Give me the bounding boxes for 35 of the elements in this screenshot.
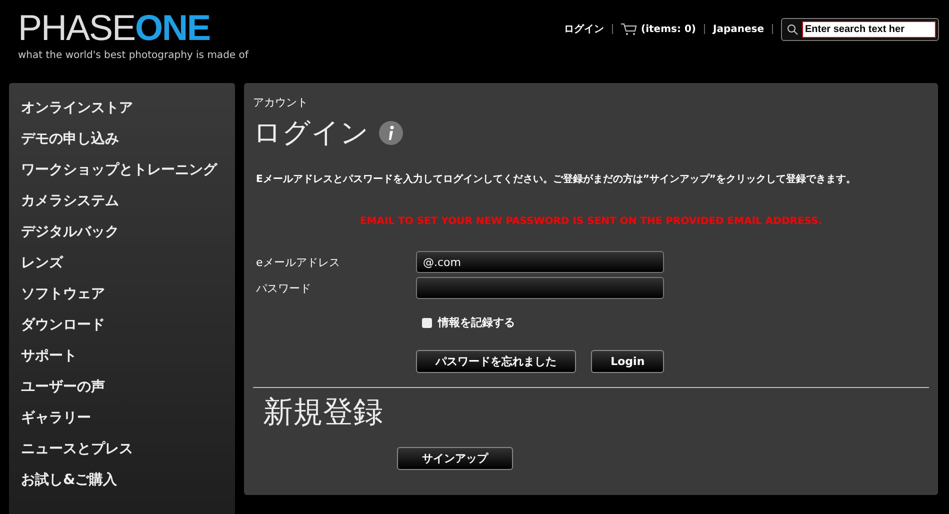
sidebar-item[interactable]: デモの申し込み [21,130,223,149]
search-icon [787,24,798,34]
sidebar-item[interactable]: ギャラリー [21,409,223,428]
remember-checkbox[interactable]: 情報を記録する [422,315,664,330]
sidebar-item[interactable]: カメラシステム [21,192,223,211]
info-icon [379,121,403,145]
login-link[interactable]: ログイン [564,22,604,36]
logo-tagline: what the world's best photography is made of [18,50,248,61]
sidebar-item[interactable]: ソフトウェア [21,285,223,304]
language-link[interactable]: Japanese [712,24,764,34]
field-label: パスワード [256,280,312,296]
sidebar-item[interactable]: お試し&ご購入 [21,471,223,490]
field-label: eメールアドレス [256,254,341,270]
form-button[interactable]: パスワードを忘れました [416,350,576,373]
cart-link[interactable]: (items: 0) [621,22,696,36]
input-field[interactable] [416,277,664,299]
sidebar-item[interactable]: オンラインストア [21,99,223,118]
notice-text: EMAIL TO SET YOUR NEW PASSWORD IS SENT ON THE PROVIDED EMAIL ADDRESS. [358,216,824,227]
sidebar-item[interactable]: ワークショップとトレーニング [21,161,223,180]
signup-button[interactable]: サインアップ [397,447,513,470]
breadcrumb: アカウント [253,95,309,110]
sidebar-item[interactable]: サポート [21,347,223,366]
sidebar-item[interactable]: ニュースとプレス [21,440,223,459]
logo: PHASEONE [18,10,212,46]
search-field[interactable]: Enter search text her [781,18,939,40]
sidebar-item[interactable]: レンズ [21,254,223,273]
sidebar-item[interactable]: ダウンロード [21,316,223,335]
form-button[interactable]: Login [591,350,664,373]
signup-title: 新規登録 [263,394,384,432]
sidebar-item[interactable]: ユーザーの声 [21,378,223,397]
sidebar-item[interactable]: デジタルバック [21,223,223,242]
intro-text: Eメールアドレスとパスワードを入力してログインしてください。ご登録がまだの方は”サインアップ”をクリックして登録できます。 [256,172,857,186]
cart-icon [621,22,638,36]
page-title: ログイン [253,115,369,151]
input-field[interactable]: @.com [416,251,664,273]
